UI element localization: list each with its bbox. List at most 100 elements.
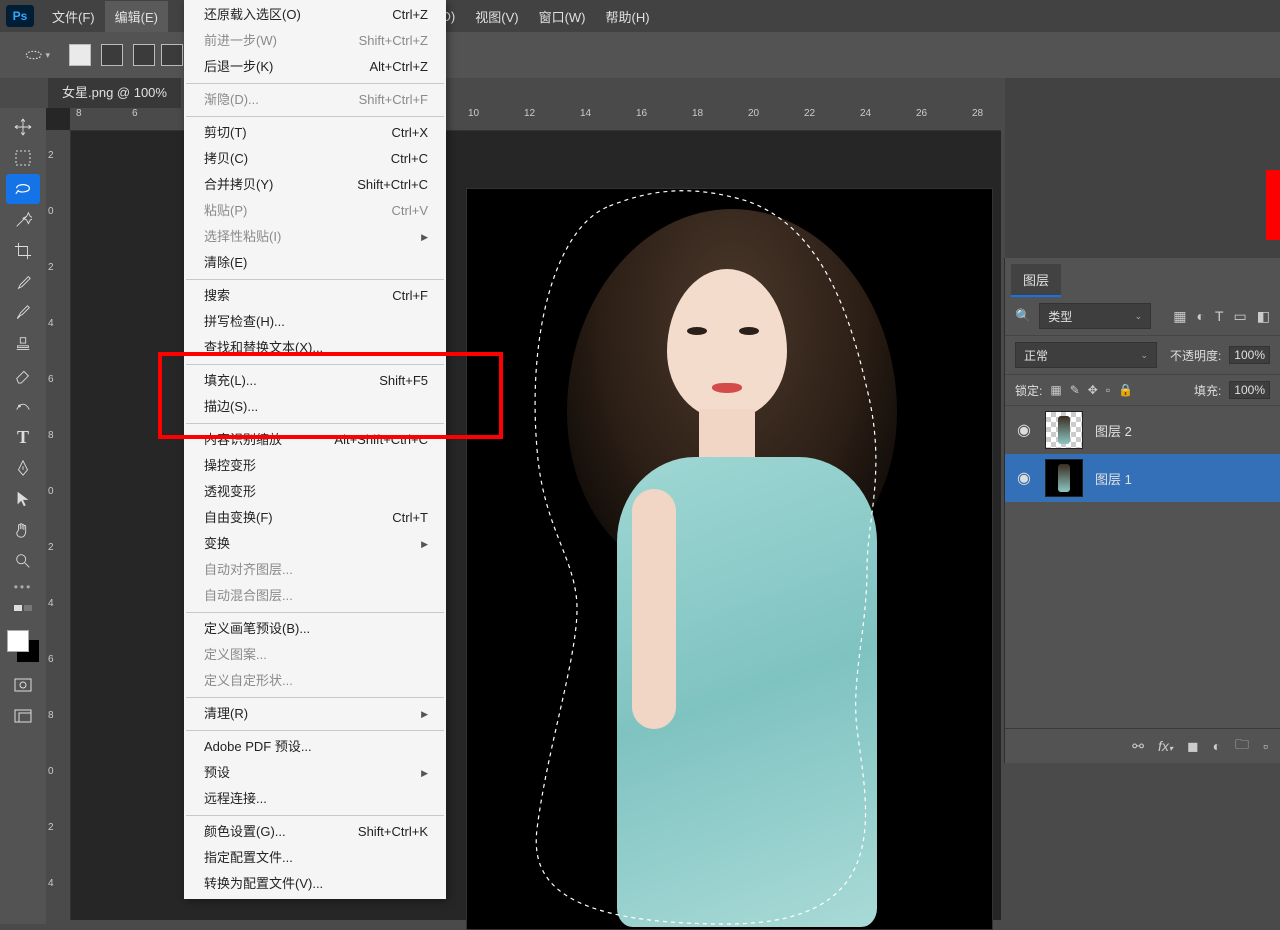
selection-mode-subtract[interactable]: [133, 44, 155, 66]
fill-label: 填充:: [1194, 382, 1221, 399]
layers-panel-footer: ⚯ fx▾ ◼ ◐ 🗀 ▫: [1005, 728, 1280, 763]
lock-transparent-icon[interactable]: ▦: [1050, 383, 1061, 397]
zoom-tool[interactable]: [6, 546, 40, 576]
menu-edit[interactable]: 编辑(E): [105, 1, 168, 32]
right-panel-top: [1005, 78, 1280, 258]
wand-tool[interactable]: [6, 205, 40, 235]
selection-mode-new[interactable]: [69, 44, 91, 66]
toolbox-more[interactable]: •••: [14, 580, 33, 594]
menu-item[interactable]: 后退一步(K)Alt+Ctrl+Z: [184, 54, 446, 80]
selection-mode-intersect[interactable]: [161, 44, 183, 66]
menu-item: 定义图案...: [184, 642, 446, 668]
lock-position-icon[interactable]: ✥: [1088, 383, 1098, 397]
menu-item[interactable]: 清除(E): [184, 250, 446, 276]
canvas-image[interactable]: [466, 188, 993, 930]
blend-mode-select[interactable]: 正常⌄: [1015, 342, 1157, 368]
color-bar: [1266, 170, 1280, 240]
stamp-tool[interactable]: [6, 329, 40, 359]
search-icon: 🔍: [1015, 308, 1031, 324]
menu-item[interactable]: 透视变形: [184, 479, 446, 505]
eyedropper-tool[interactable]: [6, 267, 40, 297]
layer-row[interactable]: ◉ 图层 1: [1005, 454, 1280, 502]
filter-type-icon[interactable]: T: [1215, 308, 1224, 325]
menu-help[interactable]: 帮助(H): [596, 1, 660, 32]
menu-item[interactable]: 描边(S)...: [184, 394, 446, 420]
move-tool[interactable]: [6, 112, 40, 142]
menu-item[interactable]: 填充(L)...Shift+F5: [184, 368, 446, 394]
fill-value[interactable]: 100%: [1229, 381, 1270, 399]
layer-group-icon[interactable]: 🗀: [1235, 734, 1249, 758]
menu-item[interactable]: 拷贝(C)Ctrl+C: [184, 146, 446, 172]
lasso-tool[interactable]: [6, 174, 40, 204]
menu-view[interactable]: 视图(V): [465, 1, 528, 32]
menu-item[interactable]: 搜索Ctrl+F: [184, 283, 446, 309]
menu-item[interactable]: 内容识别缩放Alt+Shift+Ctrl+C: [184, 427, 446, 453]
menu-item: 粘贴(P)Ctrl+V: [184, 198, 446, 224]
quickmask-toggle[interactable]: [6, 670, 40, 700]
pen-tool[interactable]: [6, 453, 40, 483]
menu-item[interactable]: Adobe PDF 预设...: [184, 734, 446, 760]
menu-window[interactable]: 窗口(W): [529, 1, 596, 32]
filter-adjust-icon[interactable]: ◐: [1197, 308, 1205, 325]
menu-item: 自动混合图层...: [184, 583, 446, 609]
layers-panel-tab[interactable]: 图层: [1011, 264, 1061, 297]
menu-item: 前进一步(W)Shift+Ctrl+Z: [184, 28, 446, 54]
menu-item[interactable]: 指定配置文件...: [184, 845, 446, 871]
layer-fx-icon[interactable]: fx▾: [1158, 738, 1173, 754]
menu-item[interactable]: 清理(R): [184, 701, 446, 727]
eraser-tool[interactable]: [6, 360, 40, 390]
layer-filter-select[interactable]: 类型⌄: [1039, 303, 1151, 329]
screenmode-toggle[interactable]: [6, 701, 40, 731]
menu-item[interactable]: 变换: [184, 531, 446, 557]
document-tab[interactable]: 女星.png @ 100%: [48, 78, 181, 108]
new-layer-icon[interactable]: ▫: [1263, 738, 1268, 754]
menu-item: 定义自定形状...: [184, 668, 446, 694]
layers-panel: 图层 🔍 类型⌄ ▦ ◐ T ▭ ◧ 正常⌄ 不透明度: 100% 锁定: ▦ …: [1004, 258, 1280, 763]
menu-item[interactable]: 拼写检查(H)...: [184, 309, 446, 335]
marquee-tool[interactable]: [6, 143, 40, 173]
gradient-tool[interactable]: [6, 391, 40, 421]
edit-menu-dropdown: 还原载入选区(O)Ctrl+Z前进一步(W)Shift+Ctrl+Z后退一步(K…: [184, 0, 446, 899]
menu-item[interactable]: 合并拷贝(Y)Shift+Ctrl+C: [184, 172, 446, 198]
toolbox: T •••: [0, 108, 46, 924]
lock-all-icon[interactable]: 🔒: [1118, 383, 1133, 397]
filter-shape-icon[interactable]: ▭: [1234, 308, 1247, 325]
menu-item[interactable]: 远程连接...: [184, 786, 446, 812]
type-tool[interactable]: T: [6, 422, 40, 452]
layer-row[interactable]: ◉ 图层 2: [1005, 406, 1280, 454]
opacity-value[interactable]: 100%: [1229, 346, 1270, 364]
crop-tool[interactable]: [6, 236, 40, 266]
menu-item[interactable]: 颜色设置(G)...Shift+Ctrl+K: [184, 819, 446, 845]
menu-item[interactable]: 剪切(T)Ctrl+X: [184, 120, 446, 146]
lock-artboard-icon[interactable]: ▫: [1106, 383, 1110, 397]
menu-item[interactable]: 操控变形: [184, 453, 446, 479]
menu-item[interactable]: 还原载入选区(O)Ctrl+Z: [184, 2, 446, 28]
visibility-toggle[interactable]: ◉: [1015, 468, 1033, 488]
color-swatches[interactable]: [7, 630, 39, 662]
layer-mask-icon[interactable]: ◼: [1187, 738, 1199, 755]
hand-tool[interactable]: [6, 515, 40, 545]
menu-item[interactable]: 预设: [184, 760, 446, 786]
layer-thumbnail[interactable]: [1045, 411, 1083, 449]
adjustment-layer-icon[interactable]: ◐: [1213, 738, 1221, 754]
filter-smart-icon[interactable]: ◧: [1257, 308, 1270, 325]
menu-item: 选择性粘贴(I): [184, 224, 446, 250]
menu-item[interactable]: 自由变换(F)Ctrl+T: [184, 505, 446, 531]
lock-paint-icon[interactable]: ✎: [1070, 383, 1080, 397]
filter-pixel-icon[interactable]: ▦: [1173, 308, 1186, 325]
brush-tool[interactable]: [6, 298, 40, 328]
menu-item[interactable]: 转换为配置文件(V)...: [184, 871, 446, 897]
layer-thumbnail[interactable]: [1045, 459, 1083, 497]
menu-item[interactable]: 定义画笔预设(B)...: [184, 616, 446, 642]
layer-name[interactable]: 图层 1: [1095, 469, 1132, 488]
edit-toolbar[interactable]: [6, 597, 40, 627]
layer-name[interactable]: 图层 2: [1095, 421, 1132, 440]
visibility-toggle[interactable]: ◉: [1015, 420, 1033, 440]
selection-mode-add[interactable]: [101, 44, 123, 66]
menu-file[interactable]: 文件(F): [42, 1, 105, 32]
path-select-tool[interactable]: [6, 484, 40, 514]
menu-item[interactable]: 查找和替换文本(X)...: [184, 335, 446, 361]
link-layers-icon[interactable]: ⚯: [1132, 738, 1144, 755]
foreground-color[interactable]: [7, 630, 29, 652]
current-tool-icon[interactable]: ▾: [24, 42, 50, 68]
